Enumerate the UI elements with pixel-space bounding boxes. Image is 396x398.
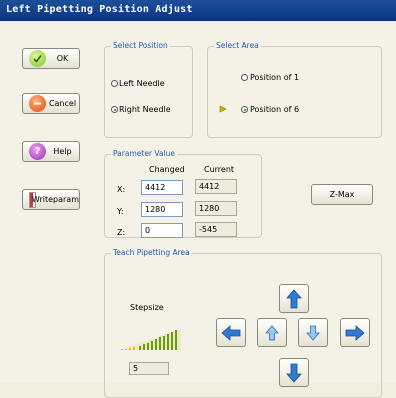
small-up-button[interactable] — [257, 318, 287, 347]
parameter-value-caption: Parameter Value — [111, 149, 177, 158]
z-current-value: -545 — [195, 222, 237, 237]
help-button[interactable]: ? Help — [22, 141, 80, 162]
title-bar: Left Pipetting Position Adjust — [0, 0, 396, 21]
cancel-button[interactable]: Cancel — [22, 93, 80, 114]
stepsize-slider[interactable] — [119, 329, 183, 351]
small-arrow-up-icon — [265, 324, 279, 340]
help-label: Help — [53, 147, 72, 156]
z-changed-input[interactable]: 0 — [141, 223, 183, 238]
y-current-value: 1280 — [195, 201, 237, 216]
stepsize-value: 5 — [129, 362, 169, 375]
cancel-label: Cancel — [48, 99, 77, 108]
writeparam-label: Writeparam — [31, 195, 79, 204]
left-needle-label: Left Needle — [119, 79, 165, 88]
arrow-right-icon — [345, 324, 365, 341]
select-position-group: Select Position Left Needle Right Needle — [104, 41, 193, 138]
y-changed-input[interactable]: 1280 — [141, 202, 183, 217]
arrow-left-icon — [221, 324, 241, 341]
left-needle-radio[interactable] — [111, 80, 118, 87]
dialog-body: OK Cancel ? Help Writeparam Select Posit… — [0, 21, 396, 398]
select-area-group: Select Area Position of 1 Position of 6 — [207, 41, 382, 138]
position-6-radio[interactable] — [241, 106, 248, 113]
ok-label: OK — [56, 54, 69, 63]
parameter-value-group: Parameter Value Changed Current X: 4412 … — [104, 149, 262, 238]
right-needle-radio[interactable] — [111, 106, 118, 113]
x-axis-label: X: — [117, 185, 126, 194]
x-current-value: 4412 — [195, 179, 237, 194]
position-6-label: Position of 6 — [250, 105, 300, 114]
current-column-header: Current — [204, 165, 235, 174]
right-needle-label: Right Needle — [119, 105, 171, 114]
ok-button[interactable]: OK — [22, 48, 80, 69]
small-arrow-down-icon — [306, 325, 320, 341]
teach-pipetting-group: Teach Pipetting Area Stepsize 5 — [104, 248, 382, 398]
position-1-label: Position of 1 — [250, 73, 300, 82]
check-icon — [29, 50, 46, 67]
position-1-radio[interactable] — [241, 74, 248, 81]
move-up-button[interactable] — [279, 284, 309, 313]
z-max-button[interactable]: Z-Max — [311, 184, 373, 205]
move-right-button[interactable] — [340, 318, 370, 347]
window-title: Left Pipetting Position Adjust — [6, 4, 193, 15]
minus-icon — [29, 95, 46, 112]
small-down-button[interactable] — [298, 318, 328, 347]
pointer-arrow-icon — [219, 105, 227, 113]
arrow-up-icon — [286, 288, 302, 308]
y-axis-label: Y: — [117, 207, 124, 216]
teach-pipetting-caption: Teach Pipetting Area — [111, 248, 192, 257]
stepsize-label: Stepsize — [130, 303, 164, 312]
changed-column-header: Changed — [149, 165, 185, 174]
z-axis-label: Z: — [117, 228, 126, 237]
move-left-button[interactable] — [216, 318, 246, 347]
select-area-caption: Select Area — [214, 41, 261, 50]
x-changed-input[interactable]: 4412 — [141, 180, 183, 195]
writeparam-button[interactable]: Writeparam — [22, 189, 80, 210]
arrow-down-icon — [286, 363, 302, 383]
select-position-caption: Select Position — [111, 41, 170, 50]
question-icon: ? — [29, 143, 46, 160]
z-max-label: Z-Max — [329, 190, 355, 199]
